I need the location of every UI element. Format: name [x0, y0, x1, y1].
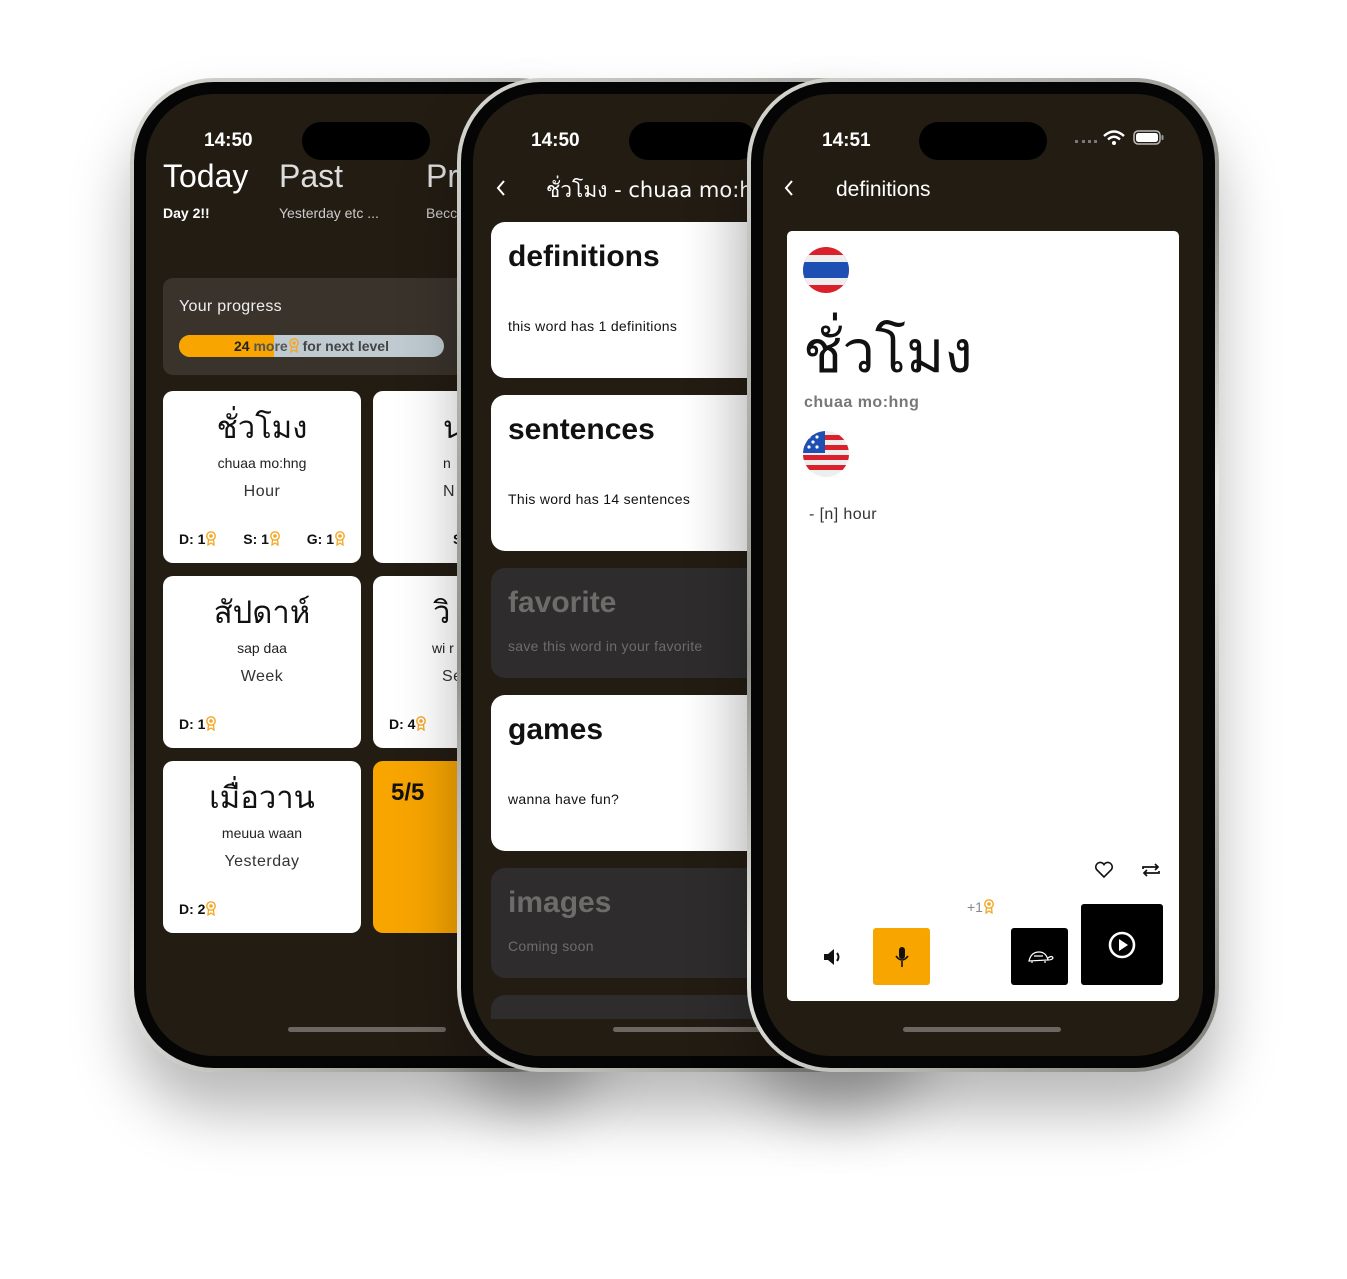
tab-today[interactable]: Today Day 2!! — [163, 158, 248, 221]
dynamic-island — [629, 122, 757, 160]
word-translation: Hour — [243, 483, 281, 500]
back-icon — [496, 180, 505, 196]
turtle-icon — [1027, 950, 1054, 963]
tab-label: Today — [163, 158, 249, 194]
medal-icon — [270, 531, 280, 546]
word-card[interactable]: ชั่วโมง chuaa mo:hng Hour D: 1 S: 1 G: 1 — [163, 391, 361, 563]
word-romanization: chuaa mo:hng — [804, 394, 920, 411]
medal-icon — [206, 531, 216, 546]
dynamic-island — [919, 122, 1047, 160]
medal-icon — [416, 716, 426, 731]
medal-icon — [335, 531, 345, 546]
points-needed: 24 — [234, 338, 250, 354]
home-indicator — [613, 1027, 771, 1032]
stat-sentences: S: 1 — [243, 531, 280, 547]
progress-rest-text: for next level — [302, 338, 389, 354]
thai-flag-icon — [803, 247, 849, 293]
word-thai: ชั่วโมง — [216, 410, 308, 446]
stat-games: G: 1 — [307, 531, 345, 547]
home-indicator — [288, 1027, 446, 1032]
back-icon — [784, 180, 793, 196]
tab-label: Pr — [426, 158, 458, 194]
back-button[interactable] — [495, 178, 507, 204]
status-time: 14:50 — [204, 130, 253, 151]
definition-text: - [n] hour — [809, 506, 878, 523]
repeat-icon[interactable] — [1140, 861, 1162, 879]
record-button[interactable] — [873, 928, 930, 985]
progress-title: Your progress — [179, 298, 282, 315]
medal-icon — [206, 716, 216, 731]
page-title: ชั่วโมง - chuaa mo:hng — [546, 178, 780, 202]
word-thai: ชั่วโมง — [803, 318, 973, 386]
level-progress-bar: 24 more for next level — [179, 335, 444, 357]
slow-play-button[interactable] — [1011, 928, 1068, 985]
stat-definitions: D: 4 — [389, 716, 426, 732]
word-card[interactable]: สัปดาห์ sap daa Week D: 1 — [163, 576, 361, 748]
dynamic-island — [302, 122, 430, 160]
word-translation: Yesterday — [224, 853, 300, 870]
tab-past[interactable]: Past Yesterday etc ... — [279, 158, 379, 221]
speaker-icon[interactable] — [822, 946, 844, 968]
tab-subtitle: Becc — [426, 205, 458, 221]
stat-definitions: D: 1 — [179, 531, 216, 547]
tab-subtitle: Yesterday etc ... — [279, 205, 379, 221]
play-icon — [1108, 931, 1136, 958]
definition-card: ชั่วโมง chuaa mo:hng - [n] hour +1 — [787, 231, 1179, 1001]
wifi-icon — [1103, 130, 1125, 145]
phone-definitions: 14:51 definitions ชั่วโมง chuaa mo:hng -… — [747, 78, 1219, 1072]
play-button[interactable] — [1081, 904, 1163, 985]
word-card[interactable]: เมื่อวาน meuua waan Yesterday D: 2 — [163, 761, 361, 933]
medal-icon — [289, 338, 299, 353]
reward-label: +1 — [967, 899, 994, 915]
signal-icon — [1075, 140, 1097, 143]
stat-definitions: D: 2 — [179, 901, 216, 917]
medal-icon — [984, 899, 994, 914]
home-indicator — [903, 1027, 1061, 1032]
definitions-screen: 14:51 definitions ชั่วโมง chuaa mo:hng -… — [763, 94, 1203, 1056]
battery-icon — [1133, 130, 1164, 145]
word-thai: เมื่อวาน — [209, 780, 315, 816]
tab-label: Past — [279, 158, 344, 194]
back-button[interactable] — [783, 178, 795, 203]
status-time: 14:51 — [822, 130, 871, 151]
progress-panel: Your progress 24 more for next level — [163, 278, 483, 375]
word-translation: Week — [240, 668, 284, 685]
status-time: 14:50 — [531, 130, 580, 151]
us-flag-icon — [803, 431, 849, 477]
word-romanization: chuaa mo:hng — [217, 455, 307, 471]
page-title: definitions — [836, 178, 931, 201]
progress-more-text: more — [253, 338, 288, 354]
word-thai: สัปดาห์ — [213, 595, 311, 631]
stat-definitions: D: 1 — [179, 716, 216, 732]
microphone-icon — [894, 946, 909, 967]
medal-icon — [206, 901, 216, 916]
word-romanization: meuua waan — [221, 825, 303, 841]
tab-subtitle: Day 2!! — [163, 205, 210, 221]
word-romanization: sap daa — [237, 640, 287, 656]
tab-progress[interactable]: Pr Becc — [426, 158, 458, 221]
heart-icon[interactable] — [1094, 861, 1114, 879]
